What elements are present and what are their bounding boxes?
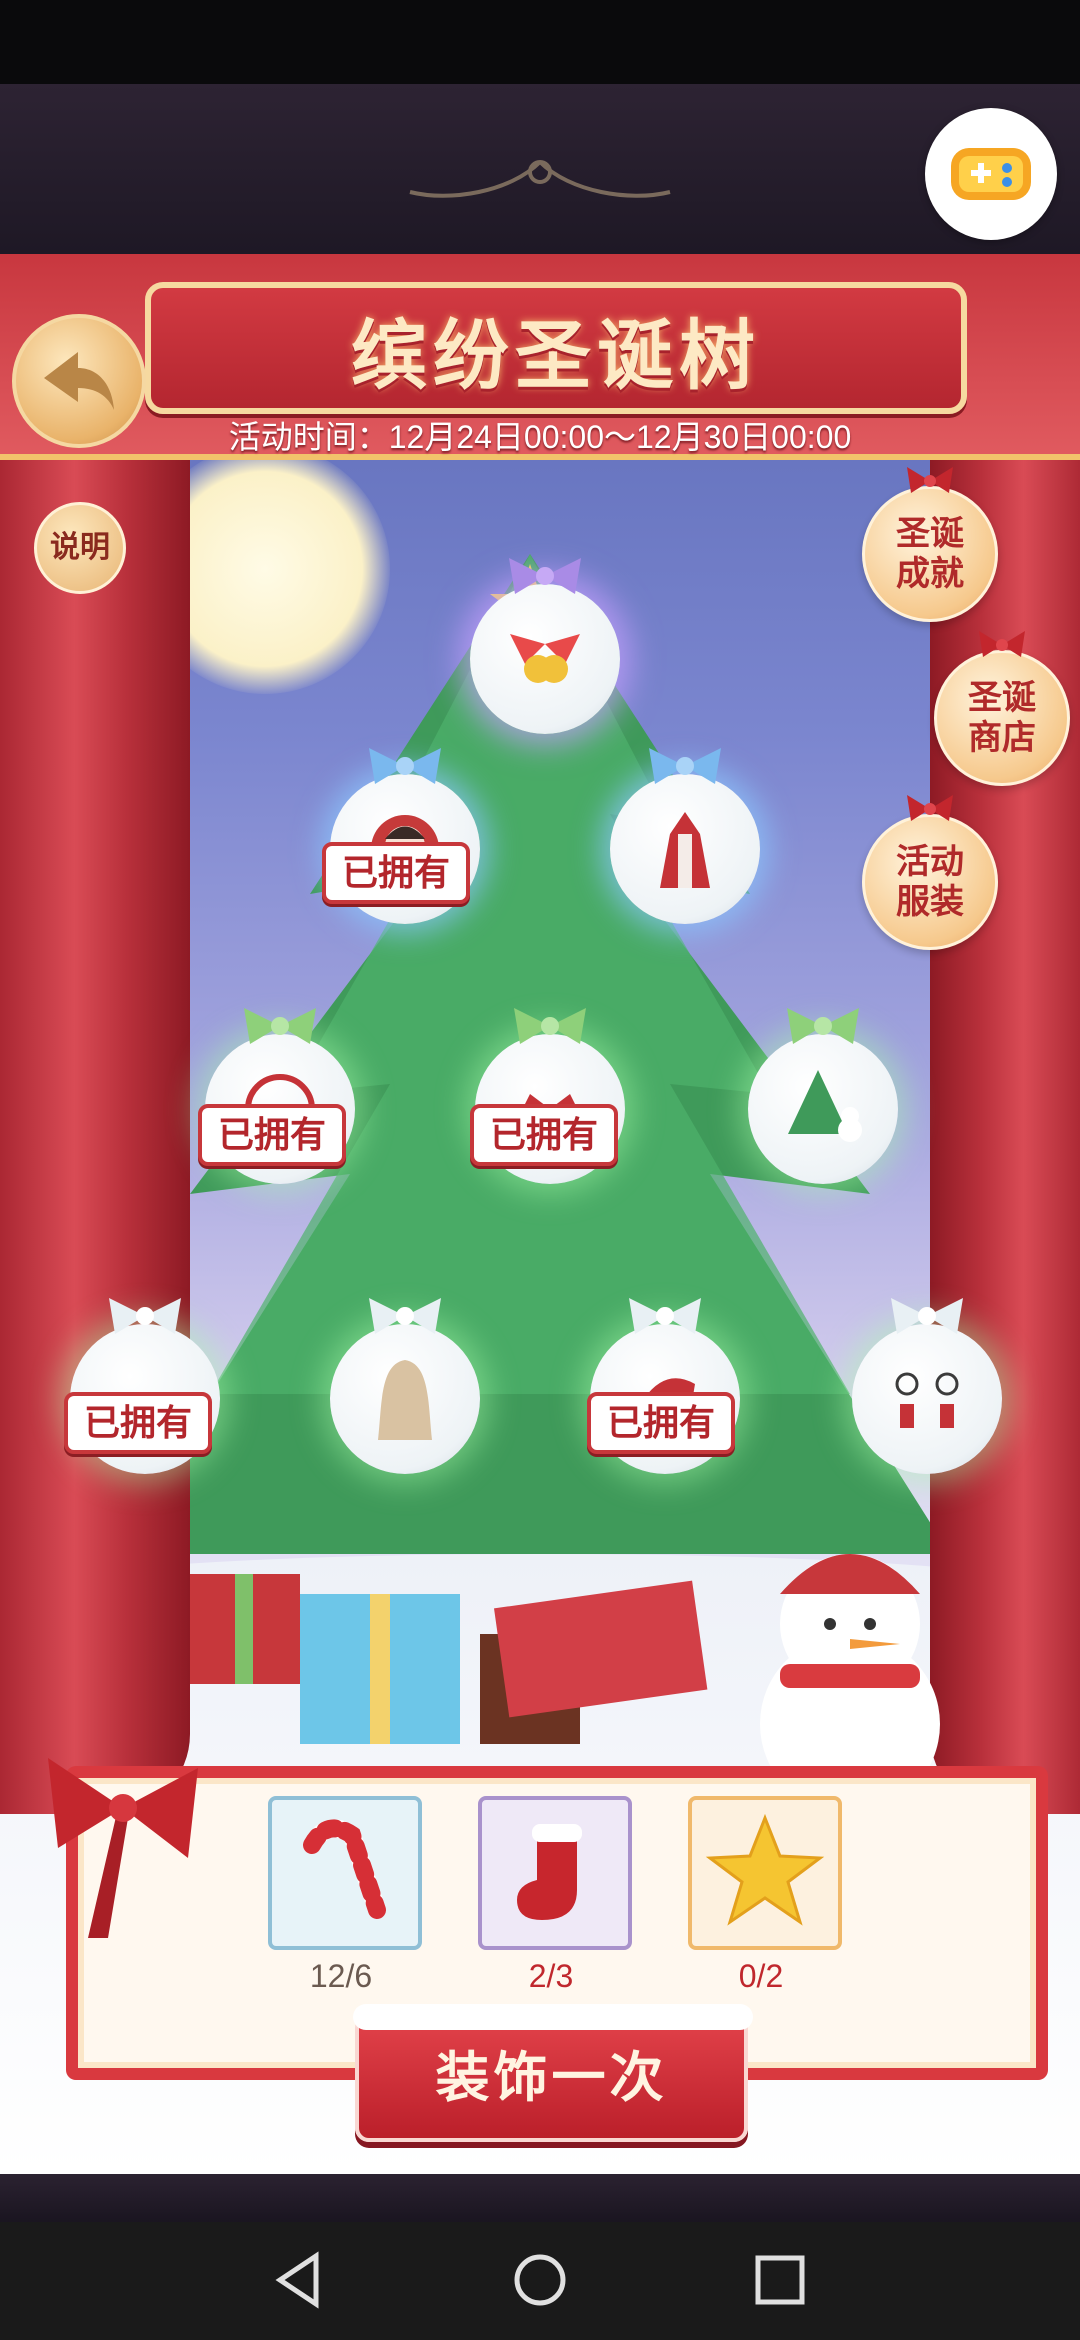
bow-icon: [891, 1298, 963, 1334]
ornament-wings-bells[interactable]: [470, 558, 620, 734]
bow-icon: [514, 1008, 586, 1044]
gift-pile: [190, 1554, 940, 1794]
bow-icon: [109, 1298, 181, 1334]
bow-icon: [369, 1298, 441, 1334]
star-icon: [705, 1813, 825, 1926]
snow-cap: [353, 2004, 753, 2030]
ribbon-bow-icon: [48, 1758, 198, 1938]
help-button[interactable]: 说明: [34, 502, 126, 594]
back-arrow-icon: [44, 352, 114, 410]
material-candy-cane[interactable]: [268, 1796, 422, 1950]
stocking-count: 2/3: [528, 1958, 574, 1994]
bow-icon: [787, 1008, 859, 1044]
nav-home-icon[interactable]: [510, 2250, 570, 2310]
decorate-once-button[interactable]: 装饰一次: [353, 2004, 753, 2142]
dress-icon: [660, 812, 710, 888]
owned-badge: 已拥有: [470, 1104, 619, 1166]
achievement-button[interactable]: 圣诞成就: [862, 467, 998, 622]
bow-icon: [369, 748, 441, 784]
scroll-ornament-icon: [409, 160, 671, 198]
top-frame: [0, 84, 1080, 254]
ornament-long-hair[interactable]: [330, 1298, 480, 1474]
bow-icon: [244, 1008, 316, 1044]
system-nav-bar: [0, 2222, 1080, 2340]
christmas-scene: 缤纷圣诞树 活动时间：12月24日00:00～12月30日00:00 说明 圣诞…: [0, 254, 1080, 2174]
star-count: 0/2: [738, 1958, 784, 1994]
game-center-button[interactable]: [925, 108, 1057, 240]
candy-cane-icon: [303, 1819, 386, 1919]
bow-icon: [907, 467, 953, 493]
shop-label: 圣诞商店: [968, 678, 1036, 758]
ornament-mini-tree[interactable]: [748, 1008, 898, 1184]
owned-badge: 已拥有: [322, 842, 471, 904]
decorate-label: 装饰一次: [435, 2045, 668, 2109]
candy-cane-count: 12/6: [309, 1958, 373, 1994]
title-banner: 缤纷圣诞树: [145, 282, 967, 414]
owned-badge: 已拥有: [587, 1392, 736, 1454]
mini-tree-icon: [788, 1070, 862, 1142]
status-bar: [0, 0, 1080, 84]
owned-badge: 已拥有: [198, 1104, 347, 1166]
bow-icon: [907, 795, 953, 821]
bow-icon: [979, 631, 1025, 657]
outfit-label: 活动服装: [896, 842, 964, 922]
bells-icon: [510, 634, 580, 683]
nav-recents-icon[interactable]: [750, 2250, 810, 2310]
nav-back-icon[interactable]: [270, 2250, 330, 2310]
material-star[interactable]: [688, 1796, 842, 1950]
earrings-icon: [895, 1372, 959, 1428]
gamepad-icon: [951, 148, 1031, 200]
shop-button[interactable]: 圣诞商店: [934, 631, 1070, 786]
achievement-label: 圣诞成就: [896, 514, 964, 594]
hair-icon: [378, 1360, 432, 1440]
owned-badge: 已拥有: [64, 1392, 213, 1454]
material-stocking[interactable]: [478, 1796, 632, 1950]
stocking-icon: [517, 1824, 582, 1920]
page-title: 缤纷圣诞树: [351, 311, 761, 400]
event-outfit-button[interactable]: 活动服装: [862, 795, 998, 950]
bow-icon: [509, 558, 581, 594]
event-time: 活动时间：12月24日00:00～12月30日00:00: [228, 419, 852, 455]
ornament-red-dress[interactable]: [610, 748, 760, 924]
bottom-frame: [0, 2174, 1080, 2222]
back-button[interactable]: [12, 314, 146, 448]
bow-icon: [629, 1298, 701, 1334]
bow-icon: [649, 748, 721, 784]
ornament-earrings[interactable]: [852, 1298, 1002, 1474]
